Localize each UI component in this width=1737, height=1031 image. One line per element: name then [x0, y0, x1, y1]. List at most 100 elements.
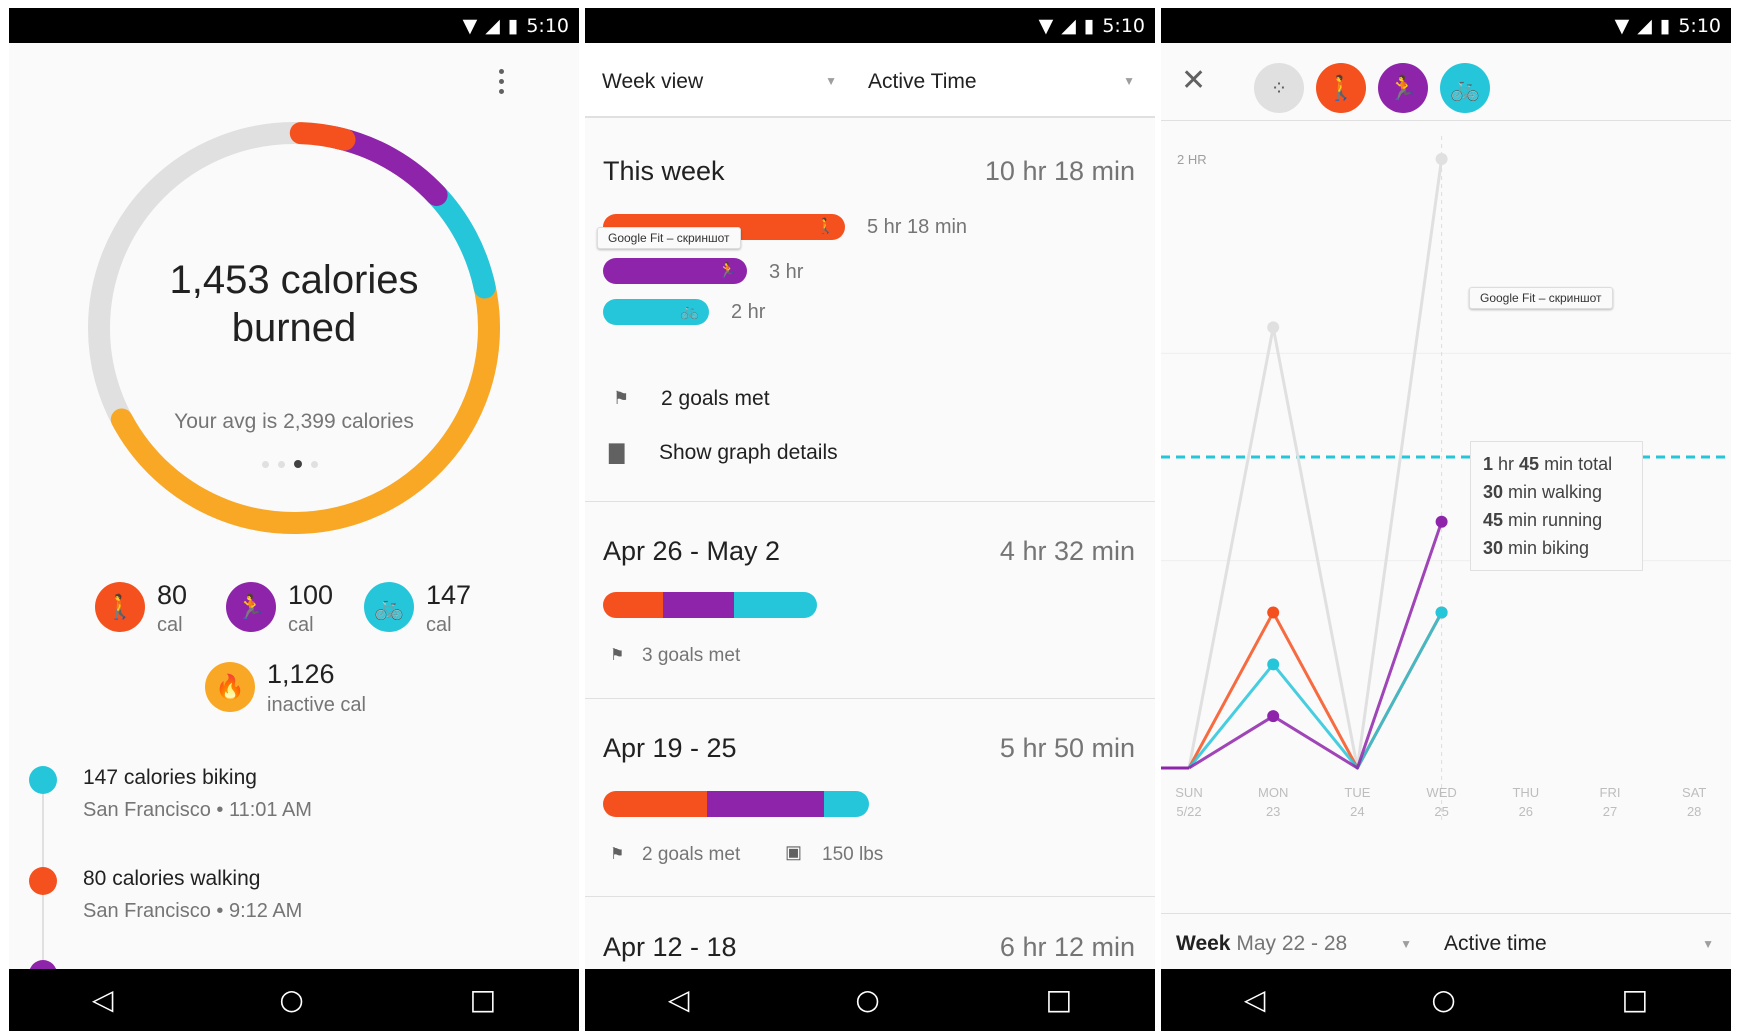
chevron-down-icon: ▼ [1123, 74, 1135, 88]
running-icon[interactable]: 🏃 [1378, 63, 1428, 113]
flag-icon: ⚑ [610, 647, 625, 664]
week-title[interactable]: Apr 12 - 18 [603, 932, 737, 963]
clock: 5:10 [526, 15, 569, 37]
x-tick-sublabel: 24 [1350, 804, 1364, 819]
series-line-running [1188, 521, 1444, 770]
wifi-icon: ▼ [1038, 15, 1054, 37]
bar-segment [603, 592, 663, 618]
x-tick-sublabel: 26 [1519, 804, 1533, 819]
page-indicator[interactable] [262, 460, 318, 468]
data-point-biking [1267, 658, 1280, 671]
x-tick-sublabel: 28 [1687, 804, 1701, 819]
x-tick-label: SAT [1682, 785, 1706, 800]
divider [585, 896, 1155, 897]
metric-select[interactable]: Active time ▼ [1444, 932, 1714, 956]
bar-segment [603, 791, 707, 817]
timeline-item-title: 80 calories walking [83, 867, 261, 890]
data-point-running [1267, 710, 1280, 723]
battery-icon: ▮ [507, 15, 519, 37]
home-icon[interactable]: ○ [855, 986, 879, 1014]
walking-bar-label: 5 hr 18 min [867, 216, 968, 238]
graph-screen: ▼ ◢ ▮ 5:10 ✕ ⁘ 🚶 🏃 🚲 SUN 5/22 MON 23 TUE 24 WE… [1161, 8, 1731, 1031]
running-bar: 🏃 [603, 258, 747, 284]
week-stacked-bar [603, 791, 869, 817]
show-graph-details-link[interactable]: Show graph details [659, 441, 838, 465]
walking-cal-value: 80 [157, 580, 188, 610]
inactive-cal-unit: inactive cal [267, 694, 366, 716]
week-select[interactable]: Week May 22 - 28 ▼ [1176, 932, 1412, 956]
x-tick-label: SUN [1175, 785, 1202, 800]
week-select-label: Week [1176, 932, 1231, 955]
running-cal-unit: cal [288, 614, 314, 636]
week-title[interactable]: Apr 19 - 25 [603, 733, 737, 764]
back-icon[interactable]: ◁ [668, 986, 690, 1014]
x-tick-label: THU [1512, 785, 1539, 800]
metric-select-label: Active Time [868, 70, 977, 93]
nav-bar: ◁ ○ □ [9, 969, 579, 1031]
data-point-total [1435, 152, 1448, 165]
home-icon[interactable]: ○ [279, 986, 303, 1014]
timeline-item-title: 147 calories biking [83, 766, 257, 789]
data-point-biking [1435, 606, 1448, 619]
walking-icon: 🚶 [816, 218, 835, 235]
home-icon[interactable]: ○ [1431, 986, 1455, 1014]
bar-segment [733, 592, 817, 618]
flag-icon: ⚑ [613, 388, 630, 408]
overflow-menu-icon[interactable] [489, 66, 513, 96]
timeline-item-walking[interactable]: 80 calories walking San Francisco • 9:12… [83, 867, 302, 923]
timeline-item-biking[interactable]: 147 calories biking San Francisco • 11:0… [83, 766, 312, 822]
recents-icon[interactable]: □ [1622, 986, 1648, 1014]
biking-bar-label: 2 hr [731, 301, 766, 323]
week-goals-met: 2 goals met [642, 844, 741, 865]
summary-running: 45 min running [1483, 510, 1603, 530]
bar-segment [662, 592, 734, 618]
divider [585, 501, 1155, 502]
week-goals-met: 3 goals met [642, 645, 741, 666]
week-total: 6 hr 12 min [999, 932, 1135, 962]
week-total: 4 hr 32 min [999, 536, 1135, 566]
activity-chart: SUN 5/22 MON 23 TUE 24 WED 25 THU 26 FRI 27 SAT 28 [1161, 136, 1731, 821]
timeline-item-subtitle: San Francisco • 11:01 AM [83, 799, 312, 821]
week-title[interactable]: Apr 26 - May 2 [603, 536, 780, 567]
biking-icon: 🚲 [364, 582, 414, 632]
week-weight: 150 lbs [822, 844, 884, 865]
metric-select[interactable]: Active Time ▼ [868, 70, 1135, 94]
day-summary-card: 1 hr 45 min total 30 min walking 45 min … [1470, 441, 1643, 571]
clock: 5:10 [1678, 15, 1721, 37]
view-select-label: Week view [602, 70, 704, 93]
biking-cal-unit: cal [426, 614, 452, 636]
inactive-cal-value: 1,126 [267, 659, 335, 689]
signal-icon: ◢ [485, 15, 500, 37]
all-activities-icon[interactable]: ⁘ [1254, 63, 1304, 113]
biking-icon[interactable]: 🚲 [1440, 63, 1490, 113]
signal-icon: ◢ [1061, 15, 1076, 37]
walking-icon[interactable]: 🚶 [1316, 63, 1366, 113]
running-icon: 🏃 [718, 262, 737, 279]
bar-segment [706, 791, 824, 817]
this-week-total: 10 hr 18 min [984, 156, 1135, 186]
nav-bar: ◁ ○ □ [585, 969, 1155, 1031]
signal-icon: ◢ [1637, 15, 1652, 37]
recents-icon[interactable]: □ [470, 986, 496, 1014]
bottom-bar: Week May 22 - 28 ▼ Active time ▼ [1161, 913, 1731, 969]
biking-bar: 🚲 [603, 299, 709, 325]
wifi-icon: ▼ [1614, 15, 1630, 37]
x-tick-sublabel: 23 [1266, 804, 1280, 819]
history-screen: ▼ ◢ ▮ 5:10 Week view ▼ Active Time ▼ Thi… [585, 8, 1155, 1031]
view-select[interactable]: Week view ▼ [602, 70, 837, 94]
x-tick-sublabel: 25 [1434, 804, 1448, 819]
data-point-walking [1267, 606, 1280, 619]
biking-icon: 🚲 [680, 303, 699, 320]
walking-cal-unit: cal [157, 614, 183, 636]
close-icon[interactable]: ✕ [1181, 63, 1206, 98]
x-tick-sublabel: 5/22 [1176, 804, 1201, 819]
back-icon[interactable]: ◁ [1244, 986, 1266, 1014]
status-bar: ▼ ◢ ▮ 5:10 [9, 8, 579, 43]
x-tick-label: MON [1258, 785, 1288, 800]
battery-icon: ▮ [1083, 15, 1095, 37]
data-point-total [1267, 321, 1280, 334]
back-icon[interactable]: ◁ [92, 986, 114, 1014]
recents-icon[interactable]: □ [1046, 986, 1072, 1014]
y-axis-label: 2 HR [1177, 152, 1207, 167]
x-tick-label: TUE [1344, 785, 1370, 800]
